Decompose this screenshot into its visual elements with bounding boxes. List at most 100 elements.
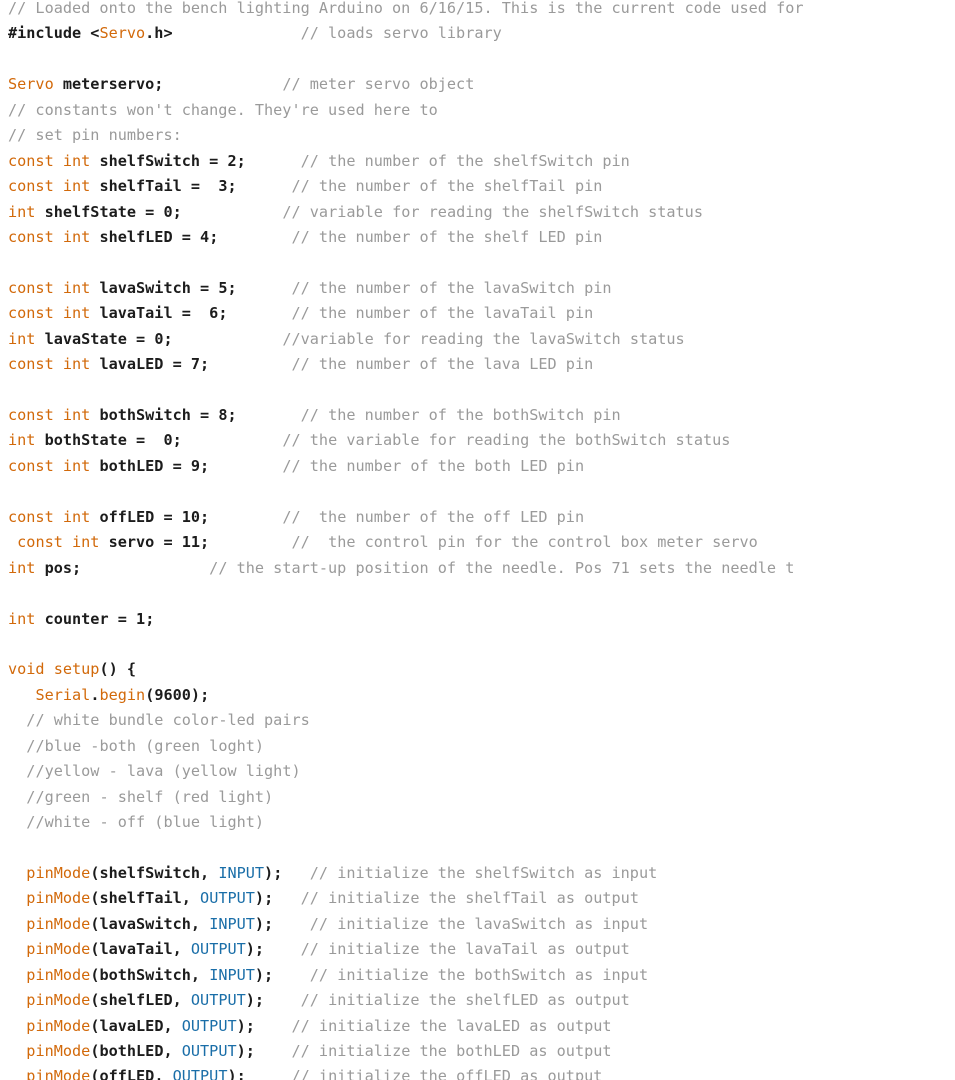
code-token-number: 10: [181, 507, 201, 526]
code-token-plain: shelfState =: [35, 202, 164, 221]
code-token-comment: // initialize the lavaLED as output: [291, 1016, 612, 1035]
code-token-comment: // initialize the offLED as output: [291, 1067, 603, 1080]
code-token-plain: lavaState =: [35, 329, 155, 348]
code-line: pinMode(lavaSwitch, INPUT); // initializ…: [8, 912, 955, 937]
code-token-plain: (bothLED,: [90, 1041, 182, 1060]
code-token-comment: // meter servo object: [282, 75, 475, 94]
code-token-comment: // variable for reading the shelfSwitch …: [282, 202, 703, 221]
code-token-plain: (bothSwitch,: [90, 965, 210, 984]
code-token-comment: // the number of the shelfSwitch pin: [300, 151, 630, 170]
code-line: pinMode(shelfTail, OUTPUT); // initializ…: [8, 886, 955, 911]
code-editor-view[interactable]: // Loaded onto the bench lighting Arduin…: [0, 0, 955, 1080]
code-token-plain: ;: [227, 177, 237, 196]
code-token-const: INPUT: [209, 965, 255, 984]
code-line: pinMode(shelfSwitch, INPUT); // initiali…: [8, 861, 955, 886]
code-token-plain: (shelfTail,: [90, 889, 201, 908]
code-line: const int shelfTail = 3; // the number o…: [8, 174, 955, 199]
code-token-comment: //yellow - lava (yellow light): [26, 762, 301, 781]
code-token-plain: (lavaTail,: [90, 940, 191, 959]
code-token-number: 0: [163, 202, 173, 221]
code-token-keyword: const int: [8, 227, 91, 246]
code-token-const: INPUT: [218, 863, 265, 882]
code-token-comment: // the start-up position of the needle. …: [209, 558, 795, 577]
code-token-plain: ;: [209, 227, 219, 246]
code-line: const int offLED = 10; // the number of …: [8, 505, 955, 530]
code-token-keyword: int: [8, 609, 36, 628]
code-token-plain: );: [264, 863, 283, 882]
code-token-const: OUTPUT: [181, 1016, 237, 1035]
code-token-keyword: int: [8, 329, 36, 348]
code-token-comment: // set pin numbers:: [8, 126, 182, 145]
code-text-area[interactable]: // Loaded onto the bench lighting Arduin…: [8, 0, 955, 1080]
code-token-const: OUTPUT: [172, 1067, 228, 1080]
code-token-plain: shelfLED =: [90, 227, 201, 246]
code-token-keyword: void: [8, 660, 45, 679]
code-token-comment: // initialize the shelfTail as output: [300, 889, 639, 908]
code-token-plain: pos;: [35, 558, 82, 577]
code-line: int bothState = 0; // the variable for r…: [8, 428, 955, 453]
code-token-plain: lavaLED =: [90, 355, 191, 374]
code-token-plain: (shelfSwitch,: [90, 863, 219, 882]
code-token-keyword: int: [8, 431, 36, 450]
code-token-keyword: const int: [8, 355, 91, 374]
code-line: const int shelfSwitch = 2; // the number…: [8, 149, 955, 174]
code-token-keyword: const int: [8, 304, 91, 323]
code-token-comment: // the number of the bothSwitch pin: [300, 406, 621, 424]
code-line: Serial.begin(9600);: [8, 683, 955, 708]
code-token-plain: (: [145, 685, 155, 704]
code-line: //yellow - lava (yellow light): [8, 759, 955, 784]
code-token-comment: //variable for reading the lavaSwitch st…: [282, 329, 685, 348]
code-token-comment: // initialize the shelfSwitch as input: [309, 863, 658, 882]
code-token-plain: );: [254, 889, 274, 908]
code-token-number: 7: [190, 355, 201, 374]
code-token-comment: // the number of the off LED pin: [282, 507, 585, 526]
code-token-keyword: const int: [17, 533, 100, 552]
code-line: pinMode(lavaLED, OUTPUT); // initialize …: [8, 1014, 955, 1039]
code-token-comment: //white - off (blue light): [26, 813, 265, 831]
code-token-comment: // initialize the shelfLED as output: [300, 991, 630, 1010]
code-line: // white bundle color-led pairs: [8, 708, 955, 733]
code-token-plain: lavaSwitch =: [90, 278, 219, 297]
code-token-plain: ;: [163, 329, 173, 348]
code-token-plain: );: [236, 1016, 255, 1035]
code-token-comment: // white bundle color-led pairs: [26, 711, 310, 730]
code-token-keyword: const int: [8, 177, 91, 196]
code-token-func: pinMode: [26, 965, 91, 984]
code-line: // set pin numbers:: [8, 123, 955, 148]
code-token-number: 9: [190, 456, 201, 475]
code-token-plain: (offLED,: [90, 1067, 173, 1080]
code-token-plain: lavaTail =: [90, 304, 210, 323]
code-line: const int lavaSwitch = 5; // the number …: [8, 276, 955, 301]
code-token-keyword: int: [8, 558, 36, 577]
code-token-plain: #include <: [8, 24, 100, 43]
code-token-comment: // initialize the lavaTail as output: [300, 940, 630, 959]
code-token-plain: ;: [145, 609, 155, 628]
code-token-plain: ;: [236, 151, 246, 170]
